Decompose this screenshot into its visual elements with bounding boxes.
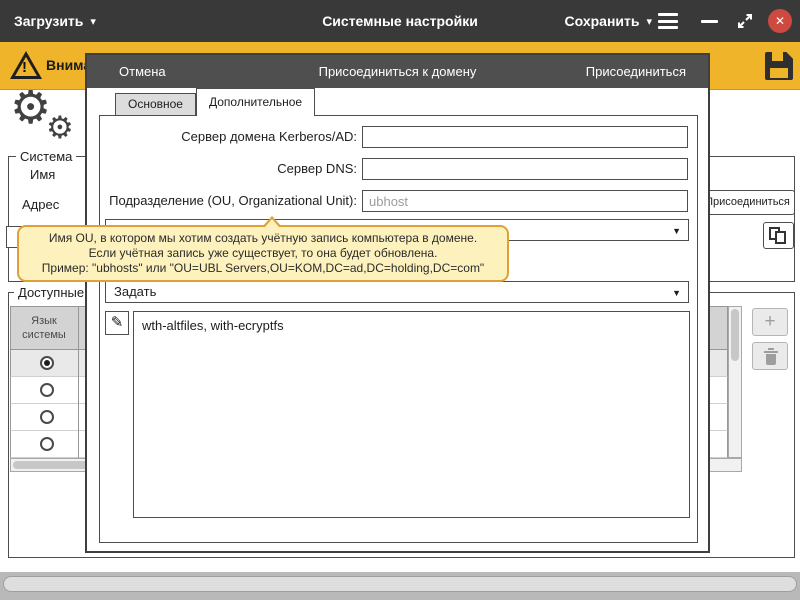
edit-button[interactable]: ✎ bbox=[105, 311, 129, 335]
close-button[interactable]: ✕ bbox=[768, 9, 792, 33]
cancel-button[interactable]: Отмена bbox=[119, 55, 166, 88]
pencil-icon: ✎ bbox=[111, 314, 124, 331]
tooltip-line: Имя OU, в котором мы хотим создать учётн… bbox=[27, 231, 499, 246]
load-button[interactable]: Загрузить ▾ bbox=[14, 0, 96, 42]
page-title: Системные настройки bbox=[0, 0, 800, 42]
name-label: Имя bbox=[30, 167, 55, 182]
tooltip-line: Пример: "ubhosts" или "OU=UBL Servers,OU… bbox=[27, 261, 499, 276]
close-icon: ✕ bbox=[775, 14, 785, 28]
trash-icon bbox=[764, 351, 778, 353]
ou-input[interactable] bbox=[362, 190, 688, 212]
minimize-button[interactable] bbox=[701, 20, 718, 23]
kerberos-server-label: Сервер домена Kerberos/AD: bbox=[95, 129, 357, 144]
language-radio[interactable] bbox=[40, 410, 54, 424]
load-button-label: Загрузить bbox=[14, 13, 83, 29]
save-file-button[interactable] bbox=[765, 52, 793, 80]
delete-button[interactable] bbox=[752, 342, 788, 370]
copy-icon bbox=[775, 231, 786, 244]
combo-arrow-icon: ▼ bbox=[672, 220, 681, 242]
scrollbar-thumb[interactable] bbox=[731, 309, 739, 361]
table-vertical-scrollbar[interactable] bbox=[728, 306, 742, 458]
language-radio[interactable] bbox=[40, 437, 54, 451]
dialog-header: Отмена Присоединиться к домену Присоедин… bbox=[87, 55, 708, 88]
mode-combobox-value: Задать bbox=[114, 284, 156, 299]
floppy-shutter bbox=[772, 52, 783, 61]
join-domain-button[interactable]: Присоединиться bbox=[700, 190, 795, 215]
combo-arrow-icon: ▼ bbox=[672, 282, 681, 304]
language-radio[interactable] bbox=[40, 383, 54, 397]
join-domain-dialog: Отмена Присоединиться к домену Присоедин… bbox=[85, 53, 710, 553]
copy-button[interactable] bbox=[763, 222, 794, 249]
expand-icon bbox=[736, 12, 754, 30]
floppy-label bbox=[770, 68, 788, 78]
kerberos-server-input[interactable] bbox=[362, 126, 688, 148]
hamburger-menu-button[interactable] bbox=[658, 13, 678, 29]
address-label: Адрес bbox=[22, 197, 59, 212]
chevron-down-icon: ▾ bbox=[90, 15, 96, 28]
ou-tooltip: Имя OU, в котором мы хотим создать учётн… bbox=[17, 225, 509, 282]
chevron-down-icon: ▾ bbox=[646, 15, 652, 28]
save-button-label: Сохранить bbox=[565, 13, 640, 29]
topbar: Загрузить ▾ Системные настройки Сохранит… bbox=[0, 0, 800, 42]
window-horizontal-scrollbar bbox=[0, 572, 800, 600]
save-button[interactable]: Сохранить ▾ bbox=[565, 0, 653, 42]
table-column-divider bbox=[78, 306, 79, 458]
hamburger-icon bbox=[658, 20, 678, 23]
scrollbar-thumb[interactable] bbox=[3, 576, 797, 592]
language-column-header: Язык системы bbox=[11, 307, 77, 342]
hamburger-icon bbox=[658, 13, 678, 16]
tab-advanced[interactable]: Дополнительное bbox=[196, 88, 315, 116]
tab-basic[interactable]: Основное bbox=[115, 93, 196, 116]
join-button[interactable]: Присоединиться bbox=[586, 55, 686, 88]
trash-icon bbox=[766, 354, 776, 365]
language-radio-selected[interactable] bbox=[40, 356, 54, 370]
ou-label: Подразделение (OU, Organizational Unit): bbox=[95, 193, 357, 208]
expand-button[interactable] bbox=[736, 12, 754, 30]
hamburger-icon bbox=[658, 26, 678, 29]
add-button[interactable]: + bbox=[752, 308, 788, 336]
warning-icon: ! bbox=[10, 51, 42, 79]
mode-combobox[interactable]: Задать ▼ bbox=[105, 281, 689, 303]
dns-server-input[interactable] bbox=[362, 158, 688, 180]
tooltip-line: Если учётная запись уже существует, то о… bbox=[27, 246, 499, 261]
dns-server-label: Сервер DNS: bbox=[95, 161, 357, 176]
features-textarea[interactable]: wth-altfiles, with-ecryptfs bbox=[133, 311, 690, 518]
settings-gear-icon: ⚙ bbox=[46, 112, 74, 143]
system-group-label: Система bbox=[16, 149, 76, 164]
